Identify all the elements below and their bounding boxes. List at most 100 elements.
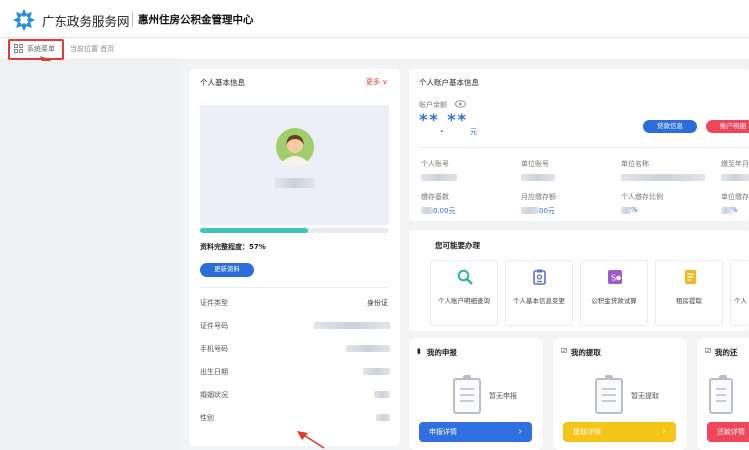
marital-status-masked	[374, 391, 390, 398]
balance-unit: 元	[470, 128, 477, 136]
eye-icon[interactable]	[455, 100, 466, 108]
service-account-detail-query[interactable]: 个人账户明细查询	[430, 260, 498, 326]
personal-ratio-value: %	[631, 206, 638, 214]
unit-ratio-masked	[721, 207, 731, 214]
id-type-label: 证件类型	[200, 299, 228, 307]
deposit-base-value: 0.00元	[433, 207, 456, 215]
unit-account-label: 单位账号	[521, 160, 549, 168]
service-label: 个人账户明细查询	[438, 297, 490, 305]
deposit-base-label: 缴存基数	[421, 193, 449, 201]
breadcrumb: 当前位置 首页	[70, 44, 114, 54]
gender-masked	[376, 414, 390, 421]
paid-until-masked	[721, 174, 749, 181]
header-divider	[132, 12, 133, 27]
id-number-masked	[314, 322, 390, 329]
brand-title: 广东政务服务网	[42, 14, 130, 29]
account-title: 个人账户基本信息	[419, 78, 479, 87]
left-sidebar	[0, 61, 180, 450]
avatar	[276, 128, 314, 167]
chevron-down-icon: ∨	[380, 78, 388, 86]
service-basic-info-change[interactable]: 个人基本信息变更	[505, 260, 573, 326]
my-repayment-label: 我的还	[714, 348, 738, 357]
empty-clipboard-icon	[709, 375, 733, 414]
marital-status-label: 婚姻状况	[200, 391, 228, 399]
my-repayment-card: ☑ 我的还 还款详情	[697, 338, 749, 450]
services-title: 您可能要办理	[435, 241, 480, 250]
divider	[419, 147, 749, 148]
empty-clipboard-icon	[453, 375, 481, 414]
balance-dot: .	[440, 125, 444, 135]
personal-ratio-label: 个人缴存比例	[621, 193, 663, 201]
completeness-progress-track	[200, 228, 389, 233]
my-declaration-label: 我的申报	[426, 348, 457, 357]
personal-account-masked	[421, 174, 457, 181]
birth-date-masked	[363, 368, 390, 375]
service-label: 租房提取	[676, 297, 702, 305]
basic-info-card: 个人基本信息 更多 ∨ 资料完整程度：57% 更新资料 证件类型 身份证 证件号…	[189, 69, 400, 446]
completeness-label: 资料完整程度：	[200, 243, 249, 251]
chevron-right-icon: ›	[662, 427, 666, 437]
check-square-icon: ☑	[705, 347, 712, 355]
personal-account-label: 个人账号	[421, 160, 449, 168]
deposit-base-masked	[421, 207, 433, 214]
grid-menu-icon	[14, 44, 23, 53]
service-loan-calculator[interactable]: S 公积金贷款试算	[580, 260, 648, 326]
my-declaration-title: ▮ 我的申报	[417, 347, 457, 358]
monthly-deposit-value: 00元	[539, 207, 555, 215]
monthly-deposit-label: 月应缴存额	[521, 193, 556, 201]
guangdong-logo-icon	[13, 9, 35, 31]
center-name: 惠州住房公积金管理中心	[138, 14, 254, 26]
completeness-value: 57%	[249, 243, 266, 251]
repayment-detail-label: 还款详情	[717, 428, 745, 436]
masked-name	[275, 178, 315, 188]
more-link[interactable]: 更多 ∨	[366, 77, 387, 87]
phone-icon: ▮	[417, 347, 421, 355]
empty-clipboard-icon	[595, 375, 623, 414]
check-square-icon: ☑	[561, 347, 568, 355]
svg-text:S: S	[611, 274, 616, 283]
service-label: 公积金贷款试算	[591, 297, 637, 305]
chevron-right-icon: ›	[518, 427, 522, 437]
unit-ratio-value: %	[731, 206, 738, 214]
phone-label: 手机号码	[200, 345, 228, 353]
unit-account-masked	[521, 174, 555, 181]
basic-info-title: 个人基本信息	[200, 78, 245, 87]
repayment-detail-button[interactable]: 还款详情	[707, 422, 749, 442]
update-profile-button[interactable]: 更新资料	[200, 263, 254, 277]
search-icon	[457, 269, 473, 285]
phone-masked	[346, 345, 390, 352]
more-label: 更多	[366, 78, 380, 86]
monthly-deposit-masked	[521, 207, 539, 214]
system-menu-label: 系统菜单	[27, 45, 55, 53]
paid-until-label: 缴至年月	[721, 160, 749, 168]
my-withdrawal-label: 我的提取	[570, 348, 601, 357]
service-label: 个人	[734, 297, 747, 305]
completeness-text: 资料完整程度：57%	[200, 242, 266, 252]
unit-name-label: 单位名称	[621, 160, 649, 168]
unit-deposit-label: 单位缴存	[721, 193, 749, 201]
completeness-progress-fill	[200, 228, 308, 233]
service-rent-withdrawal[interactable]: 租房提取	[655, 260, 723, 326]
service-personal-partial[interactable]: 个人	[730, 260, 749, 326]
empty-withdrawal-text: 暂无提取	[631, 392, 659, 400]
withdrawal-detail-label: 提取详情	[573, 428, 601, 436]
id-type-value: 身份证	[367, 299, 388, 307]
loan-info-button[interactable]: 贷款信息	[643, 120, 697, 133]
unit-name-masked	[621, 174, 705, 181]
account-detail-button[interactable]: 账户明细	[706, 120, 749, 133]
breadcrumb-location: 当前位置	[70, 45, 98, 53]
balance-label: 账户余额	[419, 101, 447, 109]
withdrawal-detail-button[interactable]: 提取详情 ›	[563, 422, 676, 442]
account-info-card: 个人账户基本信息 账户余额 ** ** . 元 贷款信息 账户明细 个人账号 单…	[409, 69, 749, 221]
breadcrumb-home[interactable]: 首页	[100, 45, 114, 53]
declaration-detail-button[interactable]: 申报详情 ›	[419, 422, 532, 442]
clipboard-edit-icon	[533, 269, 546, 285]
divider	[200, 287, 389, 288]
personal-ratio-masked	[621, 207, 631, 214]
my-withdrawal-card: ☑ 我的提取 暂无提取 提取详情 ›	[553, 338, 687, 450]
empty-declaration-text: 暂无申报	[489, 392, 517, 400]
my-declaration-card: ▮ 我的申报 暂无申报 申报详情 ›	[409, 338, 543, 450]
calculator-icon: S	[608, 270, 622, 284]
my-withdrawal-title: ☑ 我的提取	[561, 347, 601, 358]
service-label: 个人基本信息变更	[513, 297, 565, 305]
